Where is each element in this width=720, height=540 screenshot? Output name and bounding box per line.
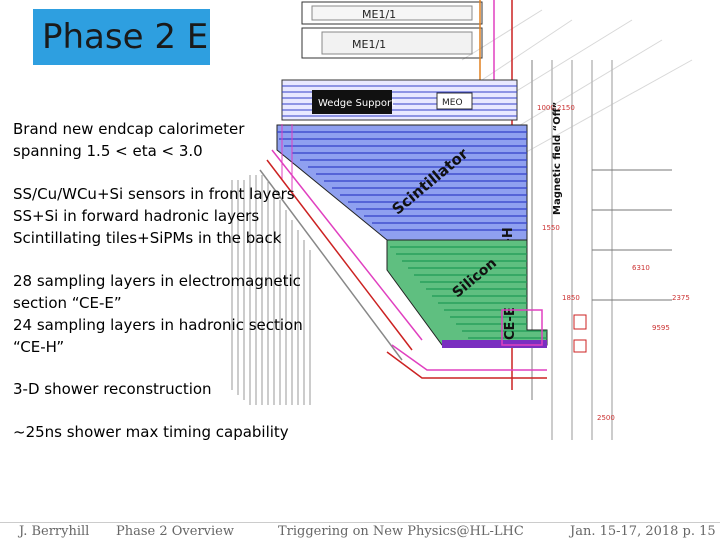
bullet-3-line-1: 28 sampling layers in electromagnetic <box>13 272 301 290</box>
footer-event: Triggering on New Physics@HL-LHC <box>278 524 524 539</box>
bullet-3-line-2: section “CE-E” <box>13 294 122 312</box>
bullet-1-line-2: spanning 1.5 < eta < 3.0 <box>13 142 203 160</box>
bullet-4-line-1: 3-D shower reconstruction <box>13 380 212 398</box>
me11-mid-label: ME1/1 <box>352 38 386 51</box>
svg-text:9595: 9595 <box>652 324 670 332</box>
svg-text:1850: 1850 <box>562 294 580 302</box>
me11-top-label: ME1/1 <box>362 8 396 21</box>
bullet-3-line-4: “CE-H” <box>13 338 65 356</box>
bullet-2-line-1: SS/Cu/WCu+Si sensors in front layers <box>13 185 295 203</box>
footer-divider <box>0 522 720 523</box>
slide-title-box: Phase 2 En <box>33 9 210 65</box>
meo-label: MEO <box>442 98 463 108</box>
ce-e-label: CE-E <box>503 307 518 340</box>
svg-text:2375: 2375 <box>672 294 690 302</box>
svg-text:1550: 1550 <box>542 224 560 232</box>
bullet-3-line-3: 24 sampling layers in hadronic section <box>13 316 303 334</box>
wedge-support-label: Wedge Support <box>318 98 395 109</box>
svg-text:6310: 6310 <box>632 264 650 272</box>
magnetic-field-label: Magnetic field “Off” <box>552 102 563 215</box>
bullet-1-line-1: Brand new endcap calorimeter <box>13 120 245 138</box>
slide-title: Phase 2 En <box>42 17 210 57</box>
footer-date-page: Jan. 15-17, 2018 p. 15 <box>570 524 716 539</box>
bullet-2-line-3: Scintillating tiles+SiPMs in the back <box>13 229 282 247</box>
endcap-calorimeter-drawing: ME1/1 ME1/1 Wedge Support MEO Scintillat… <box>231 0 693 440</box>
bullet-5-line-1: ~25ns shower max timing capability <box>13 423 289 441</box>
svg-text:2500: 2500 <box>597 414 615 422</box>
bullet-2-line-2: SS+Si in forward hadronic layers <box>13 207 260 225</box>
footer-author: J. Berryhill <box>19 524 90 539</box>
footer-section: Phase 2 Overview <box>116 524 235 539</box>
